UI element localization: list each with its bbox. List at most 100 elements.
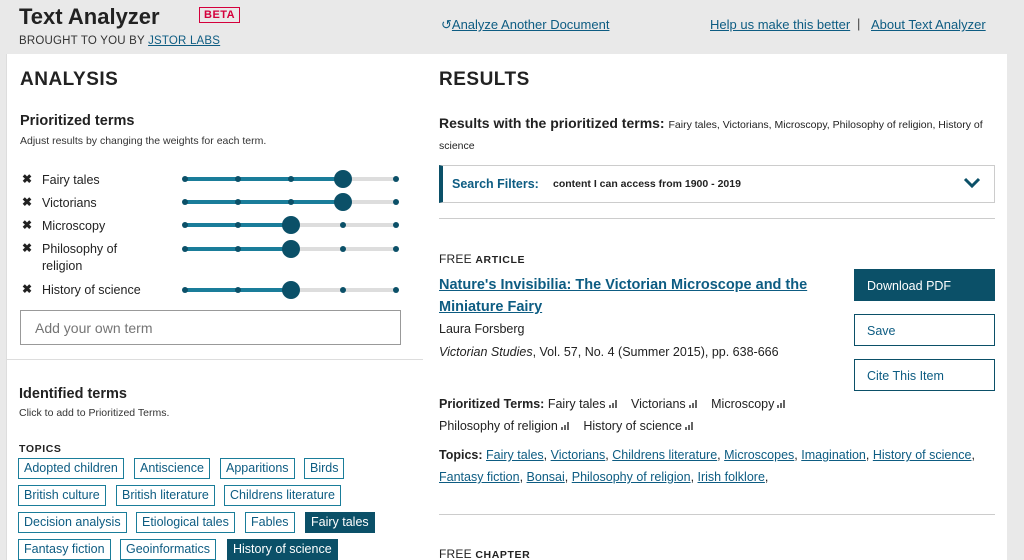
slider-step-dot[interactable] (234, 287, 241, 293)
topic-chip-geoinformatics[interactable]: Geoinformatics (120, 539, 217, 560)
slider-step-dot[interactable] (287, 176, 294, 182)
identified-terms-hint: Click to add to Prioritized Terms. (19, 407, 170, 419)
slider-step-dot[interactable] (182, 222, 188, 228)
slider-step-dot[interactable] (340, 287, 347, 293)
term-weight-slider[interactable] (182, 170, 399, 188)
term-weight-slider[interactable] (182, 240, 399, 258)
slider-step-dot[interactable] (182, 176, 188, 182)
term-weight-slider[interactable] (182, 281, 399, 299)
search-filters-label: Search Filters: (452, 177, 539, 191)
article-topic-link[interactable]: Fantasy fiction (439, 470, 520, 484)
analysis-heading: ANALYSIS (20, 69, 119, 90)
save-button[interactable]: Save (854, 314, 995, 346)
cite-item-button[interactable]: Cite This Item (854, 359, 995, 391)
topic-chip-fairy-tales[interactable]: Fairy tales (305, 512, 375, 533)
slider-step-dot[interactable] (234, 246, 241, 252)
remove-term-icon[interactable]: ✖ (22, 282, 38, 296)
analyze-another-label: Analyze Another Document (451, 17, 610, 32)
app-title: Text Analyzer (19, 4, 160, 29)
slider-step-dot[interactable] (182, 199, 188, 205)
term-label: Fairy tales (42, 173, 100, 187)
article-access: FREE (439, 252, 472, 266)
divider (439, 218, 995, 219)
article-prioritized-terms: Prioritized Terms: Fairy tales Victorian… (439, 393, 999, 437)
article-access-type: FREE ARTICLE (439, 252, 525, 266)
article-title-link[interactable]: Nature's Invisibilia: The Victorian Micr… (439, 274, 829, 318)
identified-terms-title: Identified terms (19, 386, 127, 402)
article-topic-link[interactable]: Philosophy of religion (572, 470, 691, 484)
slider-step-dot[interactable] (234, 199, 241, 205)
jstor-labs-link[interactable]: JSTOR LABS (148, 35, 220, 47)
prioritized-term-label: History of science (583, 419, 682, 433)
topic-chip-antiscience[interactable]: Antiscience (134, 458, 210, 479)
slider-step-dot[interactable] (234, 222, 241, 228)
prioritized-term: Fairy tales (548, 397, 618, 411)
topic-chip-fables[interactable]: Fables (245, 512, 295, 533)
term-label: Victorians (42, 196, 97, 210)
term-row: ✖ Microscopy (22, 218, 105, 233)
topic-chip-british-literature[interactable]: British literature (116, 485, 215, 506)
next-access: FREE (439, 547, 472, 560)
slider-step-dot[interactable] (287, 199, 294, 205)
topic-chip-childrens-literature[interactable]: Childrens literature (224, 485, 341, 506)
about-link[interactable]: About Text Analyzer (871, 17, 986, 32)
byline-prefix: BROUGHT TO YOU BY (19, 35, 149, 47)
term-row: ✖ Philosophy of religion (22, 241, 117, 273)
topic-chip-british-culture[interactable]: British culture (18, 485, 106, 506)
article-topic-link[interactable]: Fairy tales (486, 448, 544, 462)
search-filters-bar[interactable]: Search Filters: content I can access fro… (439, 165, 995, 203)
slider-step-dot[interactable] (393, 176, 399, 182)
search-filters-value: content I can access from 1900 - 2019 (553, 178, 741, 190)
article-topic-link[interactable]: History of science (873, 448, 972, 462)
slider-step-dot[interactable] (182, 246, 188, 252)
add-term-input[interactable] (20, 310, 401, 345)
slider-handle[interactable] (334, 170, 353, 188)
signal-bars-icon (684, 422, 694, 430)
article-topic-link[interactable]: Microscopes (724, 448, 794, 462)
slider-handle[interactable] (281, 240, 300, 258)
slider-handle[interactable] (334, 193, 353, 211)
remove-term-icon[interactable]: ✖ (22, 241, 38, 255)
slider-step-dot[interactable] (340, 222, 347, 228)
slider-step-dot[interactable] (234, 176, 241, 182)
download-pdf-button[interactable]: Download PDF (854, 269, 995, 301)
prioritized-term: History of science (583, 419, 694, 433)
citation-details: , Vol. 57, No. 4 (Summer 2015), pp. 638-… (532, 345, 779, 359)
chevron-down-icon[interactable] (962, 175, 982, 191)
signal-bars-icon (608, 400, 618, 408)
remove-term-icon[interactable]: ✖ (22, 195, 38, 209)
remove-term-icon[interactable]: ✖ (22, 172, 38, 186)
topic-chip-decision-analysis[interactable]: Decision analysis (18, 512, 127, 533)
term-row: ✖ History of science (22, 282, 141, 297)
slider-handle[interactable] (281, 281, 300, 299)
analyze-another-link[interactable]: ↺Analyze Another Document (441, 17, 609, 33)
beta-badge: BETA (199, 7, 241, 23)
article-topic-link[interactable]: Irish folklore (698, 470, 765, 484)
help-link[interactable]: Help us make this better (710, 17, 850, 32)
slider-step-dot[interactable] (340, 246, 347, 252)
prioritized-term: Microscopy (711, 397, 786, 411)
topic-chip-birds[interactable]: Birds (304, 458, 345, 479)
article-topic-link[interactable]: Imagination (801, 448, 866, 462)
topic-chip-etiological-tales[interactable]: Etiological tales (136, 512, 235, 533)
slider-handle[interactable] (281, 216, 300, 234)
term-weight-slider[interactable] (182, 193, 399, 211)
topic-chip-adopted-children[interactable]: Adopted children (18, 458, 124, 479)
slider-step-dot[interactable] (393, 287, 399, 293)
prioritized-term-label: Victorians (630, 397, 686, 411)
remove-term-icon[interactable]: ✖ (22, 218, 38, 232)
topic-chip-apparitions[interactable]: Apparitions (220, 458, 295, 479)
term-weight-slider[interactable] (182, 216, 399, 234)
slider-step-dot[interactable] (393, 222, 399, 228)
article-topic-link[interactable]: Victorians (551, 448, 606, 462)
slider-step-dot[interactable] (393, 246, 399, 252)
slider-step-dot[interactable] (393, 199, 399, 205)
topic-chip-history-of-science[interactable]: History of science (227, 539, 338, 560)
byline: BROUGHT TO YOU BY JSTOR LABS (19, 35, 220, 47)
slider-step-dot[interactable] (182, 287, 188, 293)
article-topic-link[interactable]: Bonsai (527, 470, 565, 484)
right-gutter (1007, 54, 1024, 560)
topic-chip-fantasy-fiction[interactable]: Fantasy fiction (18, 539, 111, 560)
article-topic-link[interactable]: Childrens literature (612, 448, 717, 462)
term-label: Microscopy (42, 219, 106, 233)
